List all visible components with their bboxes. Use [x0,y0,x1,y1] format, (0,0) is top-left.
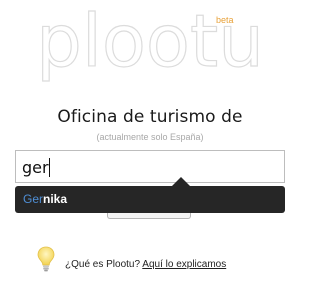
dropdown-pointer [172,177,190,186]
lightbulb-icon [37,246,55,272]
autocomplete-dropdown: Gernika [15,186,285,213]
availability-note: (actualmente solo España) [96,132,204,142]
plootu-logo: plootu [28,4,272,82]
text-caret [49,158,50,177]
search-button[interactable] [107,213,191,219]
search-box[interactable] [15,150,285,183]
suggestion-match: Ger [23,192,44,206]
help-question: ¿Qué es Plootu? [65,259,141,270]
help-text: ¿Qué es Plootu? Aquí lo explicamos [65,259,226,270]
beta-badge: beta [216,15,234,25]
suggestion-rest: nika [43,192,68,206]
help-link[interactable]: Aquí lo explicamos [142,259,226,270]
suggestion-item[interactable]: Gernika [23,192,67,206]
logo-wordmark: plootu [36,4,265,82]
search-input[interactable] [22,156,262,178]
help-row: ¿Qué es Plootu? Aquí lo explicamos [37,246,277,272]
page-title: Oficina de turismo de [57,107,243,127]
